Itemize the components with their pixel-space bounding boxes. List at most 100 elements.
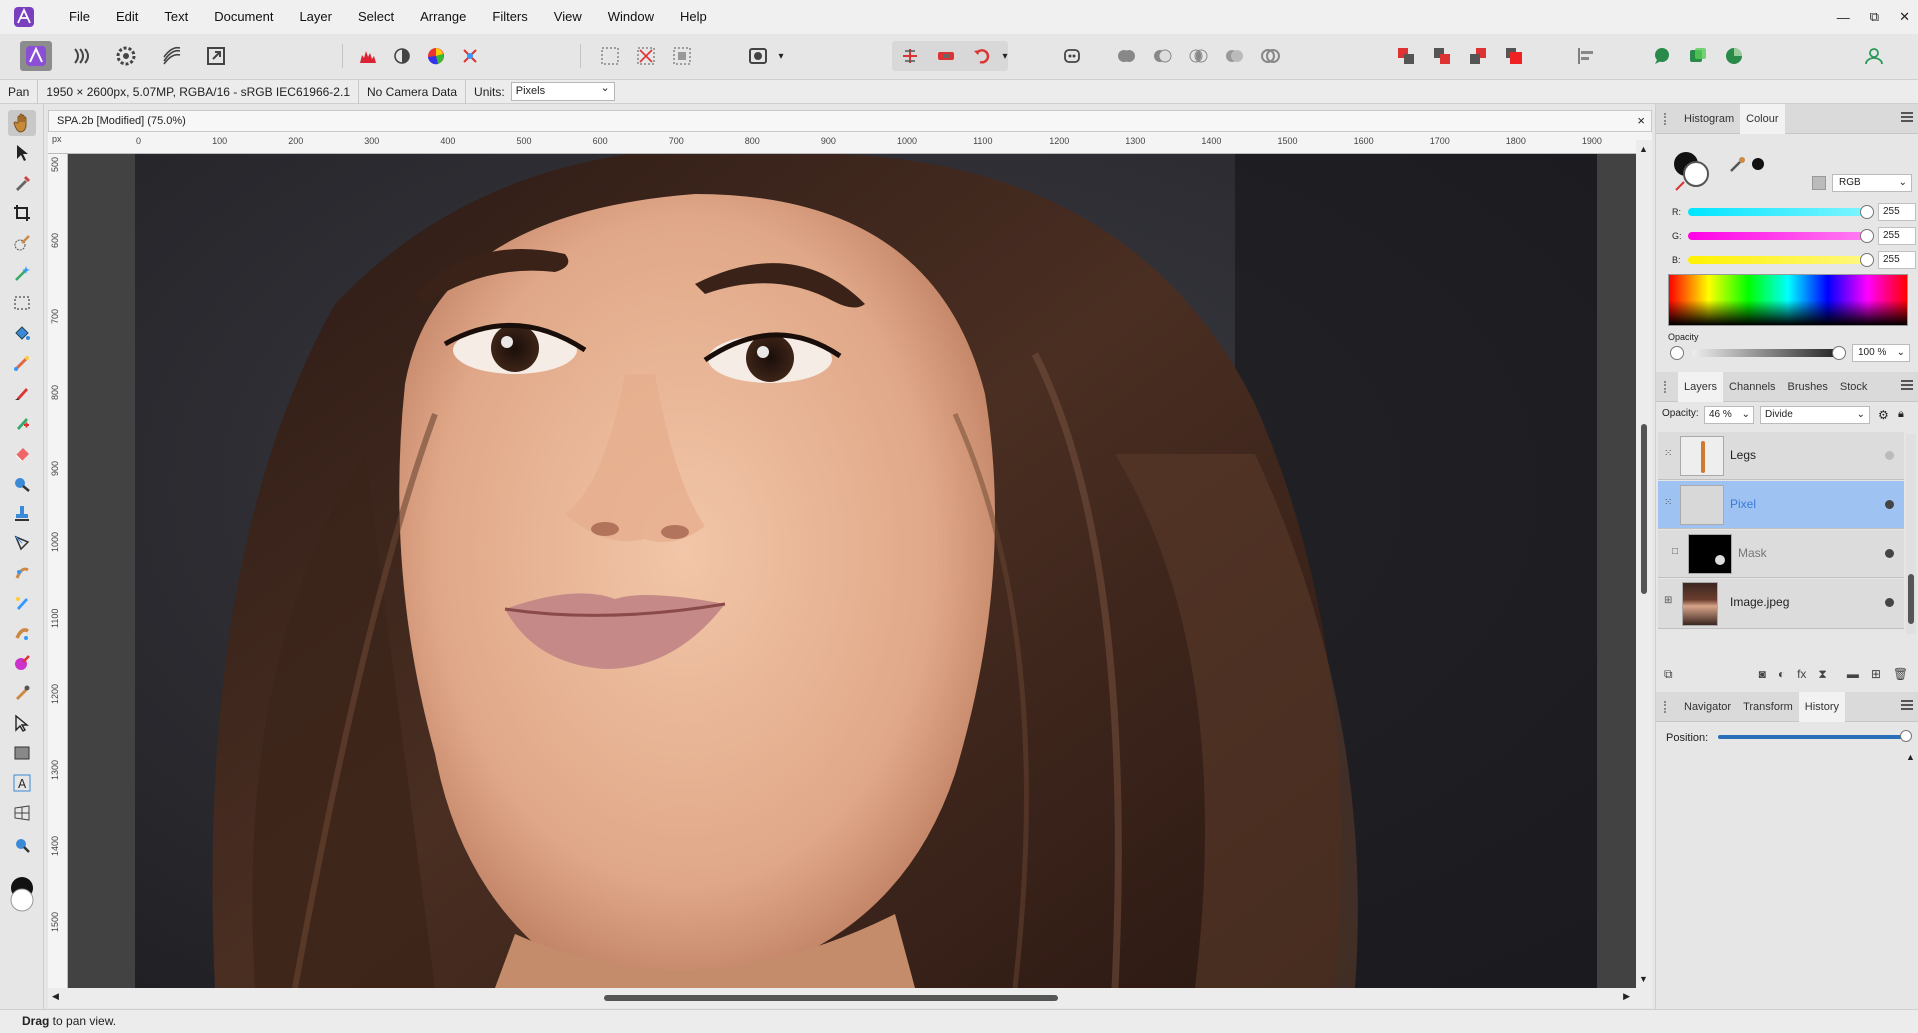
document-canvas[interactable] <box>68 154 1636 988</box>
mask-layer-icon[interactable]: ◙ <box>1759 667 1766 681</box>
snapping-button[interactable] <box>894 41 926 71</box>
tab-history[interactable]: History <box>1798 691 1846 722</box>
panel-grip-icon[interactable] <box>1664 701 1669 713</box>
layer-row-image[interactable]: ⊞ Image.jpeg <box>1658 579 1904 629</box>
erase-tool[interactable] <box>8 440 36 466</box>
vertical-scroll-thumb[interactable] <box>1641 424 1647 594</box>
blue-channel-slider[interactable] <box>1688 256 1868 264</box>
colour-spectrum[interactable] <box>1668 274 1908 326</box>
blur-brush-tool[interactable] <box>8 470 36 496</box>
panel-menu-icon[interactable] <box>1901 112 1913 122</box>
layer-stack-icon[interactable]: ⧉ <box>1664 667 1673 682</box>
scroll-left-arrow-icon[interactable]: ◀ <box>52 991 59 1002</box>
move-forward-one-button[interactable] <box>1462 41 1494 71</box>
paint-brush-tool[interactable] <box>8 380 36 406</box>
menu-document[interactable]: Document <box>201 0 286 34</box>
panel-menu-icon[interactable] <box>1901 700 1913 710</box>
red-channel-slider[interactable] <box>1688 208 1868 216</box>
menu-text[interactable]: Text <box>151 0 201 34</box>
liquify-persona-button[interactable] <box>66 41 98 71</box>
alignment-button[interactable] <box>1570 41 1602 71</box>
gradient-tool[interactable] <box>8 350 36 376</box>
inpainting-tool[interactable] <box>8 590 36 616</box>
boolean-xor-button[interactable] <box>1218 41 1250 71</box>
menu-arrange[interactable]: Arrange <box>407 0 479 34</box>
assistant-button[interactable] <box>930 41 962 71</box>
layer-visibility-dot[interactable] <box>1885 598 1894 607</box>
menu-layer[interactable]: Layer <box>286 0 345 34</box>
node-tool[interactable] <box>8 710 36 736</box>
mesh-tool[interactable] <box>8 800 36 826</box>
red-eye-tool[interactable] <box>8 620 36 646</box>
green-channel-value[interactable]: 255 <box>1878 227 1916 245</box>
red-channel-knob[interactable] <box>1860 205 1874 219</box>
red-channel-value[interactable]: 255 <box>1878 203 1916 221</box>
marquee-tool[interactable] <box>8 290 36 316</box>
publisher-persona-button[interactable] <box>1718 41 1750 71</box>
history-position-knob[interactable] <box>1900 730 1912 742</box>
zoom-tool[interactable] <box>8 832 36 858</box>
layer-visibility-dot[interactable] <box>1885 500 1894 509</box>
boolean-subtract-button[interactable] <box>1146 41 1178 71</box>
boolean-intersect-button[interactable] <box>1182 41 1214 71</box>
undo-dropdown[interactable]: ▾ <box>998 41 1012 71</box>
lock-colour-icon[interactable] <box>1812 176 1826 190</box>
minimize-button[interactable]: — <box>1837 10 1850 25</box>
assistant-options-button[interactable] <box>1056 41 1088 71</box>
tab-colour[interactable]: Colour <box>1740 103 1785 134</box>
panel-grip-icon[interactable] <box>1664 381 1669 393</box>
opacity-slider[interactable] <box>1692 349 1840 357</box>
develop-persona-button[interactable] <box>110 41 142 71</box>
restore-button[interactable]: ⧉ <box>1870 9 1879 25</box>
blue-channel-knob[interactable] <box>1860 253 1874 267</box>
view-tool[interactable] <box>8 110 36 136</box>
quick-mask-dropdown[interactable]: ▾ <box>774 41 788 71</box>
flood-fill-tool[interactable] <box>8 320 36 346</box>
move-tool[interactable] <box>8 140 36 166</box>
menu-file[interactable]: File <box>56 0 103 34</box>
menu-help[interactable]: Help <box>667 0 720 34</box>
designer-persona-button[interactable] <box>1682 41 1714 71</box>
lock-layer-icon[interactable]: 🔒︎ <box>1898 408 1904 421</box>
photo-persona-button[interactable] <box>20 41 52 71</box>
boolean-divide-button[interactable] <box>1254 41 1286 71</box>
fx-icon[interactable]: fx <box>1797 667 1806 681</box>
units-select[interactable]: Pixels <box>510 80 615 101</box>
affinity-photo-logo-icon[interactable] <box>10 5 38 29</box>
layer-visibility-dot[interactable] <box>1885 549 1894 558</box>
layer-visibility-dot[interactable] <box>1885 451 1894 460</box>
green-channel-knob[interactable] <box>1860 229 1874 243</box>
blend-mode-select[interactable]: Divide ⌄ <box>1760 406 1870 424</box>
add-group-icon[interactable]: ▬ <box>1847 667 1859 681</box>
tab-histogram[interactable]: Histogram <box>1678 104 1740 134</box>
boolean-add-button[interactable] <box>1110 41 1142 71</box>
scroll-up-arrow-icon[interactable]: ▲ <box>1639 144 1648 154</box>
menu-view[interactable]: View <box>541 0 595 34</box>
menu-select[interactable]: Select <box>345 0 407 34</box>
document-tab[interactable]: SPA.2b [Modified] (75.0%) × <box>48 110 1652 132</box>
no-colour-swatch[interactable] <box>1670 346 1684 360</box>
close-window-button[interactable]: ✕ <box>1899 9 1910 25</box>
move-to-front-button[interactable] <box>1498 41 1530 71</box>
layer-row-mask[interactable]: □ Mask <box>1658 530 1904 578</box>
move-back-one-button[interactable] <box>1426 41 1458 71</box>
layer-row-legs[interactable]: ⁙ Legs <box>1658 432 1904 480</box>
clone-tool[interactable] <box>8 500 36 526</box>
blue-channel-value[interactable]: 255 <box>1878 251 1916 269</box>
menu-filters[interactable]: Filters <box>479 0 540 34</box>
primary-secondary-colour-swatch[interactable] <box>8 874 36 916</box>
tab-transform[interactable]: Transform <box>1737 692 1799 722</box>
auto-contrast-button[interactable] <box>386 41 418 71</box>
fill-stroke-swatches[interactable] <box>1672 150 1716 197</box>
crop-tool[interactable] <box>8 200 36 226</box>
layer-opacity-field[interactable]: 46 % ⌄ <box>1704 406 1754 424</box>
scroll-down-arrow-icon[interactable]: ▼ <box>1639 974 1648 984</box>
colour-picker-icon-button[interactable] <box>1728 154 1768 177</box>
shape-tool[interactable] <box>8 740 36 766</box>
flood-select-tool[interactable] <box>8 260 36 286</box>
selection-brush-tool[interactable] <box>8 230 36 256</box>
colour-picker-tool[interactable] <box>8 170 36 196</box>
panel-grip-icon[interactable] <box>1664 113 1669 125</box>
adjustment-layer-icon[interactable]: ◐ <box>1778 667 1785 681</box>
layer-settings-gear-icon[interactable]: ⚙ <box>1878 408 1889 422</box>
